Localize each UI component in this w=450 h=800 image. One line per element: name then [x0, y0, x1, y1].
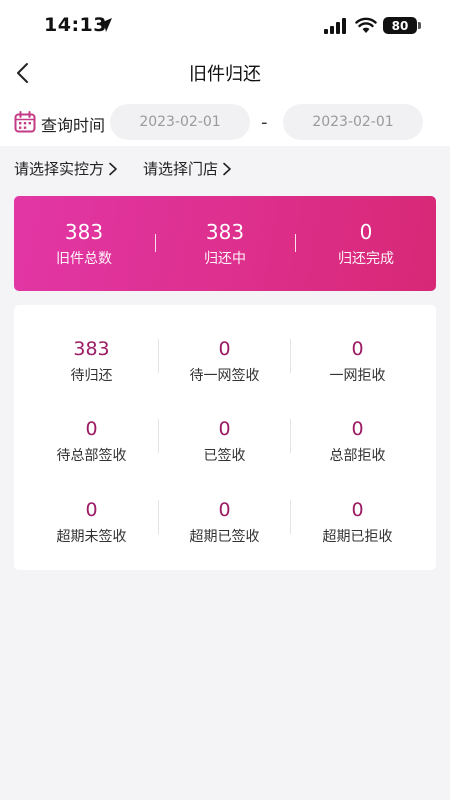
stat-network-rejected[interactable]: 0 一网拒收 — [291, 337, 424, 385]
battery-icon: 80 — [383, 17, 417, 34]
summary-total-label: 旧件总数 — [56, 251, 112, 267]
stat-label: 一网拒收 — [329, 368, 386, 384]
start-date-picker[interactable]: 2023-02-01 — [110, 104, 250, 140]
query-time-label: 查询时间 — [41, 116, 106, 135]
store-selector[interactable]: 请选择门店 — [143, 158, 232, 179]
header-area: 14:13 80 旧件归还 查询时间 2023-02-01 - 2023-02-… — [0, 0, 450, 146]
summary-completed-value: 0 — [359, 220, 373, 244]
battery-level: 80 — [391, 18, 409, 33]
controller-selector[interactable]: 请选择实控方 — [14, 158, 118, 179]
date-range-separator: - — [261, 112, 268, 133]
store-selector-label: 请选择门店 — [143, 160, 219, 178]
stat-overdue-signed[interactable]: 0 超期已签收 — [158, 498, 291, 546]
summary-card: 383 旧件总数 383 归还中 0 归还完成 — [14, 196, 436, 291]
summary-returning-value: 383 — [205, 220, 245, 244]
stat-value: 0 — [351, 499, 364, 521]
stat-signed[interactable]: 0 已签收 — [158, 417, 291, 465]
stat-pending-network-sign[interactable]: 0 待一网签收 — [158, 337, 291, 385]
summary-completed[interactable]: 0 归还完成 — [296, 220, 436, 268]
stat-overdue-unsigned[interactable]: 0 超期未签收 — [25, 498, 158, 546]
wifi-icon — [355, 17, 377, 33]
stat-pending-return[interactable]: 383 待归还 — [25, 337, 158, 385]
summary-returning[interactable]: 383 归还中 — [155, 220, 295, 268]
stat-value: 0 — [85, 418, 98, 440]
stat-value: 0 — [218, 338, 231, 360]
status-bar: 14:13 80 — [0, 0, 450, 52]
page-title: 旧件归还 — [189, 64, 261, 85]
calendar-icon — [14, 111, 36, 133]
stat-value: 0 — [85, 499, 98, 521]
chevron-right-icon — [223, 162, 231, 175]
stat-hq-rejected[interactable]: 0 总部拒收 — [291, 417, 424, 465]
stat-label: 总部拒收 — [329, 448, 386, 464]
summary-total-value: 383 — [64, 220, 104, 244]
summary-returning-label: 归还中 — [204, 251, 246, 267]
stat-label: 待归还 — [70, 368, 113, 384]
stat-label: 已签收 — [203, 448, 246, 464]
stat-value: 0 — [351, 338, 364, 360]
stat-value: 0 — [218, 418, 231, 440]
battery-cap — [418, 22, 421, 29]
stat-pending-hq-sign[interactable]: 0 待总部签收 — [25, 417, 158, 465]
stats-card: 383 待归还 0 待一网签收 0 一网拒收 0 待总部签收 0 已签收 0 总… — [14, 305, 436, 570]
stat-value: 383 — [73, 338, 110, 360]
filter-selectors: 请选择实控方 请选择门店 — [0, 158, 450, 184]
stat-label: 待总部签收 — [56, 448, 127, 464]
stat-label: 超期已拒收 — [322, 529, 393, 545]
stat-value: 0 — [351, 418, 364, 440]
end-date-picker[interactable]: 2023-02-01 — [283, 104, 423, 140]
stat-overdue-rejected[interactable]: 0 超期已拒收 — [291, 498, 424, 546]
stat-value: 0 — [218, 499, 231, 521]
location-arrow-icon — [98, 18, 112, 32]
summary-total[interactable]: 383 旧件总数 — [14, 220, 154, 268]
stat-label: 超期已签收 — [189, 529, 260, 545]
controller-selector-label: 请选择实控方 — [14, 160, 105, 178]
summary-completed-label: 归还完成 — [338, 251, 394, 267]
stat-label: 待一网签收 — [189, 368, 260, 384]
stat-label: 超期未签收 — [56, 529, 127, 545]
cellular-signal-icon — [324, 18, 346, 34]
chevron-right-icon — [109, 162, 117, 175]
